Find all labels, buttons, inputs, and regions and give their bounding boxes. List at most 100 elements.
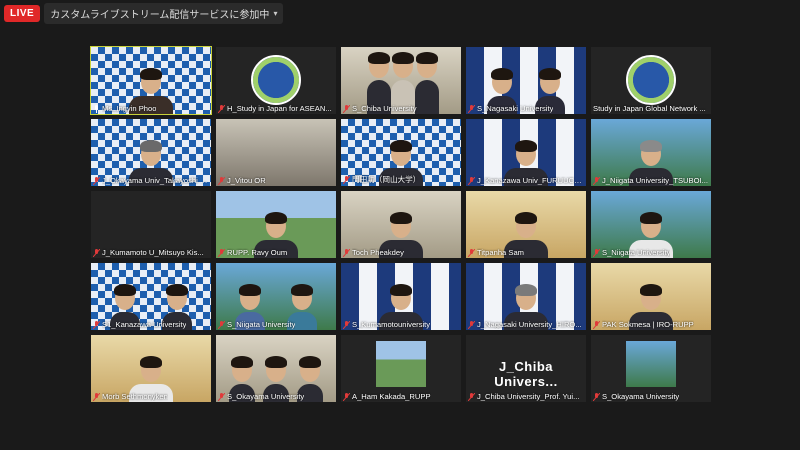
mic-muted-icon [218, 320, 225, 329]
participant-name: S_Okayama University [602, 392, 680, 401]
mic-on-icon [95, 104, 98, 113]
participant-name: Toch Pheakdey [352, 248, 404, 257]
mic-muted-icon [218, 176, 225, 185]
participant-name-tag: J_Kumamoto U_Mitsuyo Kis... [93, 248, 209, 257]
participant-tile[interactable]: S_Niigata University [216, 263, 336, 330]
live-stream-label: カスタムライブストリーム配信サービスに参加中 [50, 9, 270, 21]
participant-tile[interactable]: J_Chiba Univers... J_Chiba University_Pr… [466, 335, 586, 402]
participant-name-tag: J_Chiba University_Prof. Yui... [468, 392, 584, 401]
participant-tile[interactable]: PAK Sokmesa | IRO-RUPP [591, 263, 711, 330]
participant-name-tag: 門田功（岡山大学） [343, 174, 459, 185]
profile-picture [626, 341, 676, 387]
participant-tile[interactable]: Titpanha Sam [466, 191, 586, 258]
chevron-down-icon: ▾ [273, 8, 278, 18]
participant-name-tag: J_Okayama Univ_Takayoshi Suz... [93, 176, 209, 185]
participant-name: J_Okayama Univ_Takayoshi Suz... [102, 176, 209, 185]
mic-muted-icon [468, 248, 475, 257]
participant-name: Ms_Ingyin Phoo [102, 104, 157, 113]
participant-tile[interactable]: Toch Pheakdey [341, 191, 461, 258]
mic-muted-icon [93, 320, 100, 329]
participant-tile[interactable]: H_Study in Japan for ASEAN... [216, 47, 336, 114]
participant-name: Titpanha Sam [477, 248, 524, 257]
participant-tile[interactable]: S_Okayama University [591, 335, 711, 402]
mic-muted-icon [468, 392, 475, 401]
participant-name: J_Niigata University_TSUBOI... [602, 176, 708, 185]
participant-name-tag: J_Nagasaki University_HIRO... [468, 320, 584, 329]
mic-muted-icon [343, 175, 350, 184]
participant-name: A_Ham Kakada_RUPP [352, 392, 431, 401]
participant-tile[interactable]: J_Okayama Univ_Takayoshi Suz... [91, 119, 211, 186]
participant-name: RUPP. Ravy Oum [227, 248, 288, 257]
participant-tile[interactable]: S_Okayama University [216, 335, 336, 402]
participant-name-tag: S_Okayama University [593, 392, 709, 401]
participant-tile[interactable]: 門田功（岡山大学） [341, 119, 461, 186]
participant-name: S_Niigata University [602, 248, 671, 257]
participant-tile[interactable]: Study in Japan Global Network ... [591, 47, 711, 114]
participant-name: H_Study in Japan for ASEAN... [227, 104, 332, 113]
participant-name-tag: S_Okayama University [218, 392, 334, 401]
mic-muted-icon [468, 320, 475, 329]
mic-muted-icon [343, 248, 350, 257]
participant-tile[interactable]: J_Vitou OR [216, 119, 336, 186]
live-stream-bar: LIVE カスタムライブストリーム配信サービスに参加中 ▾ [4, 2, 284, 24]
participant-name: J_Chiba University_Prof. Yui... [477, 392, 580, 401]
participant-name: J_Kumamoto U_Mitsuyo Kis... [102, 248, 204, 257]
mic-muted-icon [93, 392, 100, 401]
participant-name: S_Nagasaki University [477, 104, 554, 113]
participant-name-tag: Ms_Ingyin Phoo [93, 104, 209, 113]
participant-tile[interactable]: S_Nagasaki University [466, 47, 586, 114]
participant-name-tag: J_Vitou OR [218, 176, 334, 185]
participant-name-tag: H_Study in Japan for ASEAN... [218, 104, 334, 113]
mic-muted-icon [218, 104, 225, 113]
participant-name-tag: RUPP. Ravy Oum [218, 248, 334, 257]
profile-picture [376, 341, 426, 387]
gallery-view: Ms_Ingyin Phoo H_Study in Japan for ASEA… [90, 46, 711, 403]
participant-name-tag: S1_Kanazawa University [93, 320, 209, 329]
participant-name-tag: S_Niigata University [218, 320, 334, 329]
participant-tile[interactable]: A_Ham Kakada_RUPP [341, 335, 461, 402]
participant-tile[interactable]: RUPP. Ravy Oum [216, 191, 336, 258]
participant-name: S1_Kanazawa University [102, 320, 187, 329]
mic-muted-icon [468, 104, 475, 113]
participant-tile[interactable]: S_Kumamotouniversity [341, 263, 461, 330]
participant-tile[interactable]: J_Niigata University_TSUBOI... [591, 119, 711, 186]
participant-name: PAK Sokmesa | IRO-RUPP [602, 320, 694, 329]
mic-muted-icon [593, 392, 600, 401]
participant-name-tag: Morb Sethmonyken [93, 392, 209, 401]
participant-name: J_Vitou OR [227, 176, 266, 185]
participant-name-tag: J_Kanazawa Univ_FURUUCHI... [468, 176, 584, 185]
study-in-japan-logo [251, 55, 301, 105]
participant-tile[interactable]: J_Nagasaki University_HIRO... [466, 263, 586, 330]
participant-name-tag: S_Nagasaki University [468, 104, 584, 113]
mic-muted-icon [218, 248, 225, 257]
participant-tile[interactable]: Ms_Ingyin Phoo [90, 46, 212, 115]
participant-tile[interactable]: J_Kanazawa Univ_FURUUCHI... [466, 119, 586, 186]
live-badge: LIVE [4, 4, 41, 22]
participant-tile[interactable]: S_Chiba University [341, 47, 461, 114]
participant-name-tag: Titpanha Sam [468, 248, 584, 257]
participant-name: J_Kanazawa Univ_FURUUCHI... [477, 176, 584, 185]
study-in-japan-logo [626, 55, 676, 105]
participant-name: S_Chiba University [352, 104, 417, 113]
mic-muted-icon [93, 248, 100, 257]
participant-name-display: J_Chiba Univers... [494, 359, 558, 389]
participant-name: S_Okayama University [227, 392, 305, 401]
mic-muted-icon [593, 248, 600, 257]
participant-tile[interactable]: S1_Kanazawa University [91, 263, 211, 330]
mic-muted-icon [468, 176, 475, 185]
mic-muted-icon [218, 392, 225, 401]
participant-name: S_Kumamotouniversity [352, 320, 431, 329]
mic-muted-icon [93, 176, 100, 185]
participant-tile[interactable]: J_Kumamoto U_Mitsuyo Kis... [91, 191, 211, 258]
mic-muted-icon [343, 392, 350, 401]
participant-name-tag: J_Niigata University_TSUBOI... [593, 176, 709, 185]
mic-muted-icon [593, 320, 600, 329]
participant-tile[interactable]: S_Niigata University [591, 191, 711, 258]
participant-tile[interactable]: Morb Sethmonyken [91, 335, 211, 402]
participant-name-tag: S_Chiba University [343, 104, 459, 113]
live-stream-menu-button[interactable]: カスタムライブストリーム配信サービスに参加中 ▾ [44, 2, 284, 24]
participant-name-tag: S_Kumamotouniversity [343, 320, 459, 329]
participant-name-tag: S_Niigata University [593, 248, 709, 257]
participant-name: Morb Sethmonyken [102, 392, 168, 401]
participant-name-tag: PAK Sokmesa | IRO-RUPP [593, 320, 709, 329]
